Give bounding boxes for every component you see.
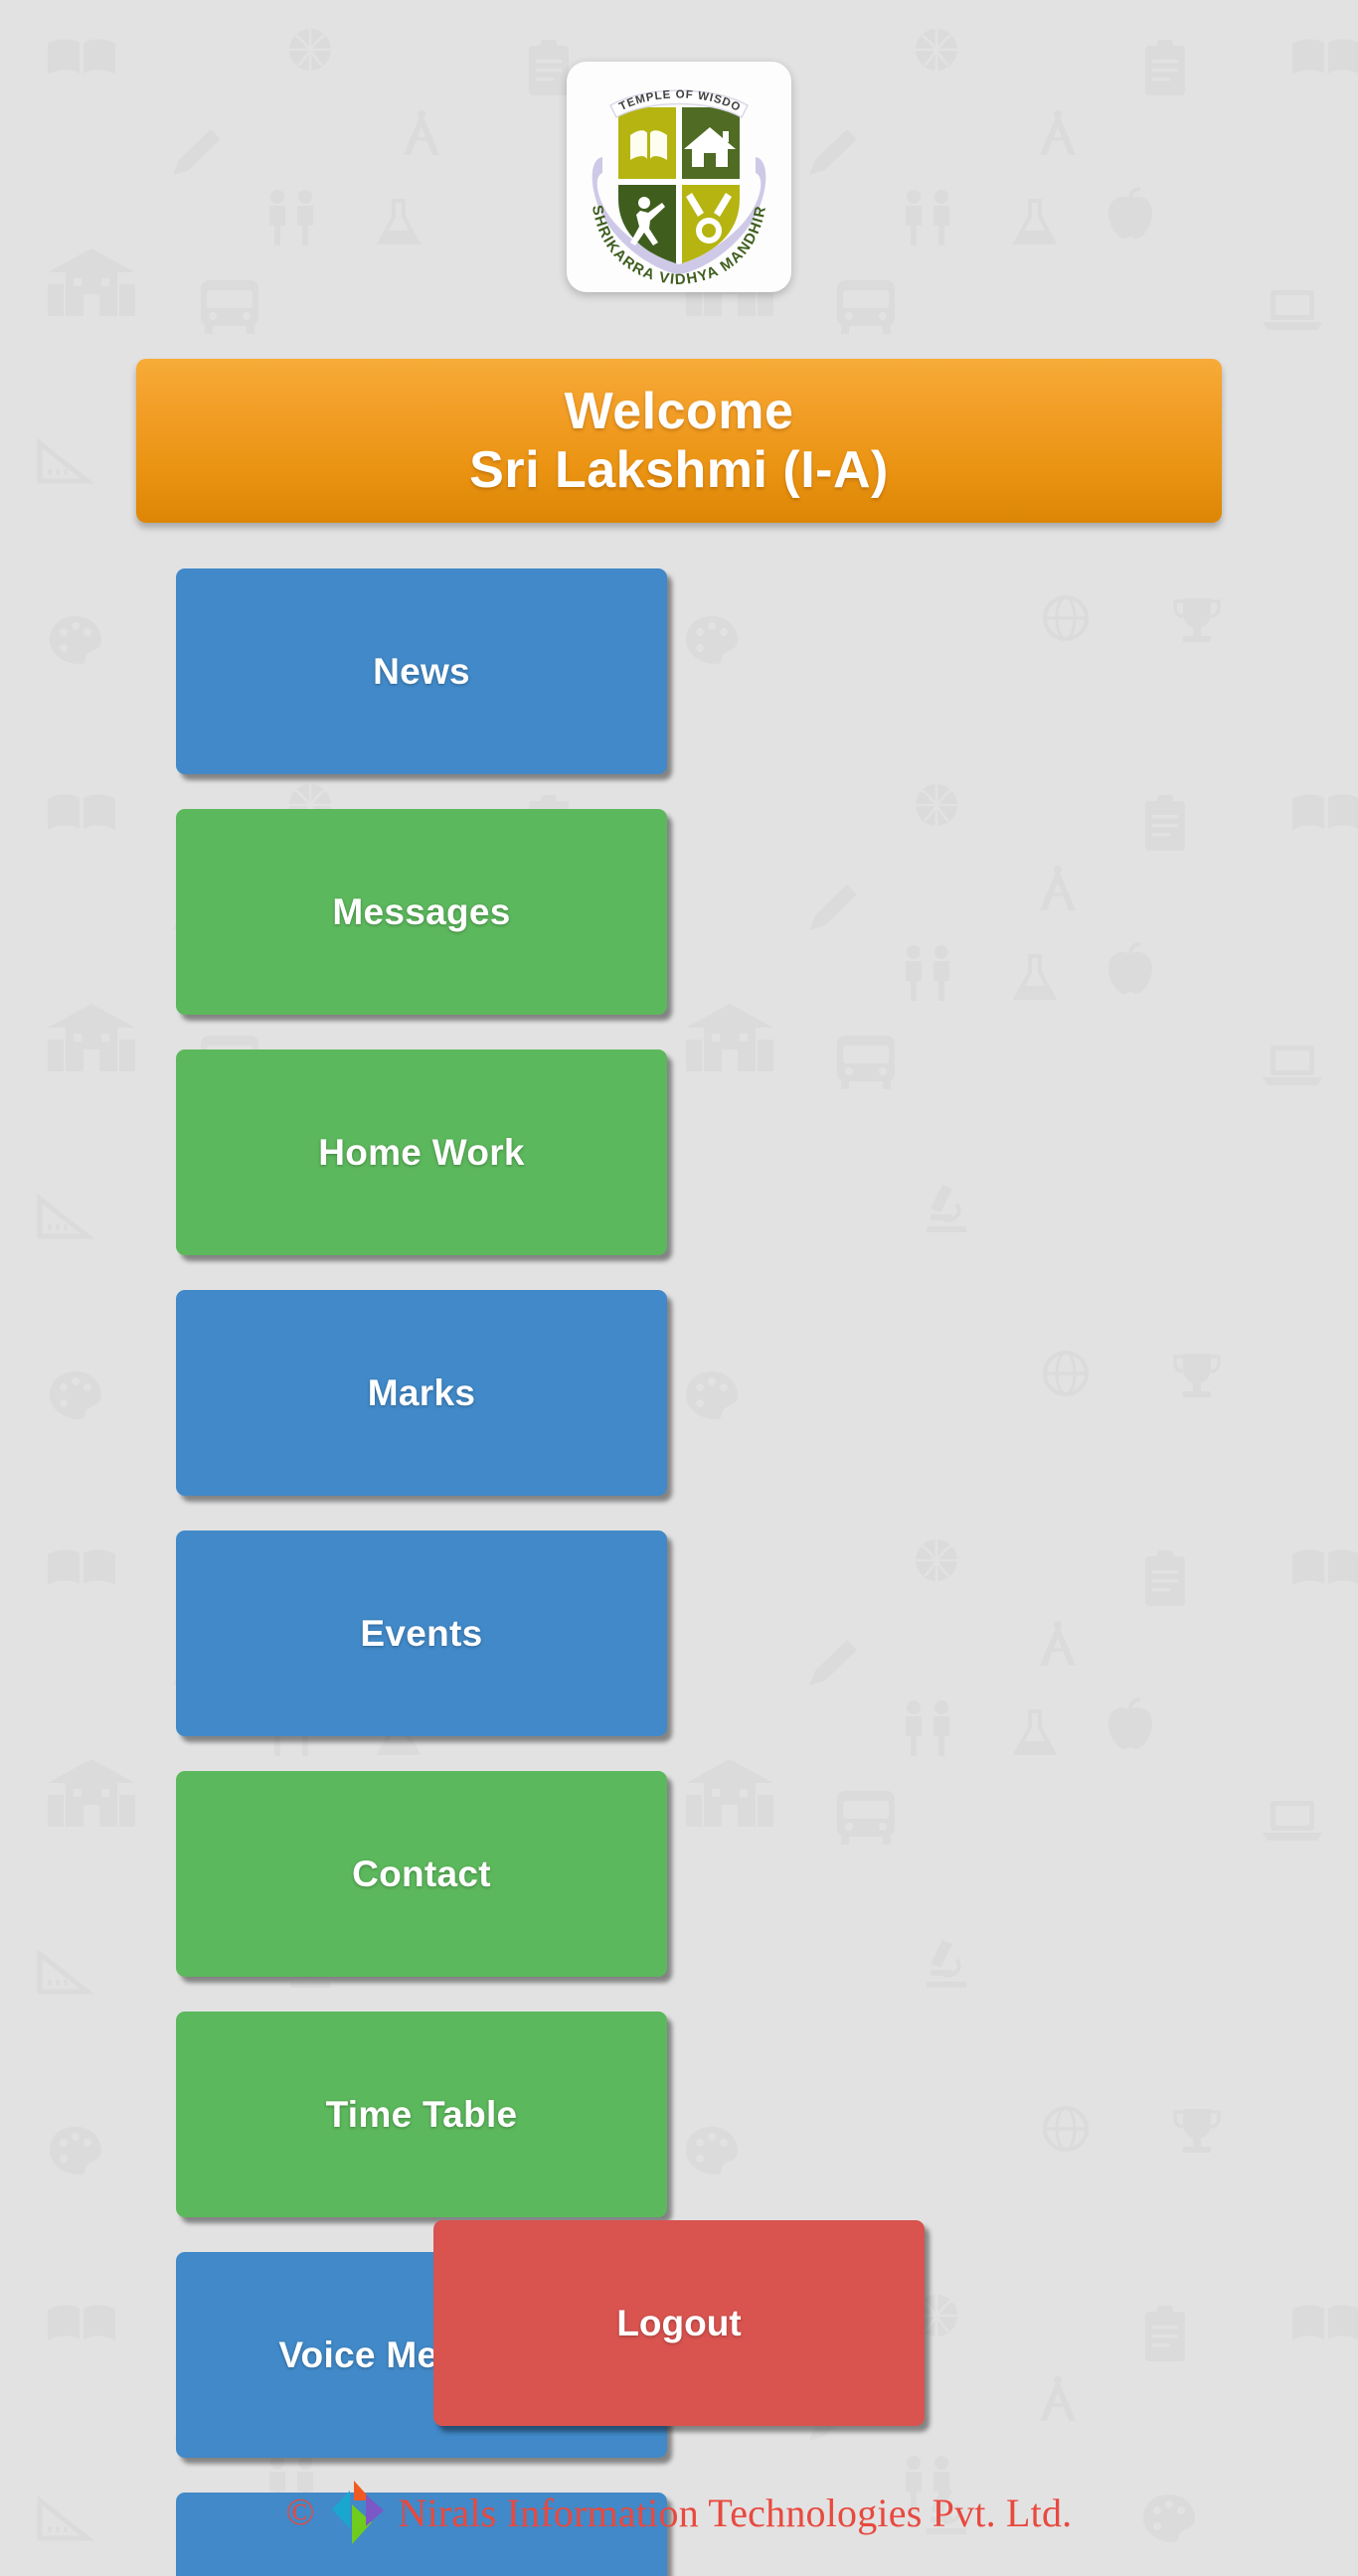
school-crest-logo: A TEMPLE OF WISDOM SHRIKARRA VIDHYA MAND… (567, 62, 791, 292)
menu-tile-messages[interactable]: Messages (176, 809, 667, 1015)
footer: © Nirals Information Technologies Pvt. L… (0, 2477, 1358, 2548)
footer-company-name: Nirals Information Technologies Pvt. Ltd… (398, 2490, 1073, 2535)
menu-tile-marks[interactable]: Marks (176, 1290, 667, 1496)
logo-container: A TEMPLE OF WISDOM SHRIKARRA VIDHYA MAND… (0, 62, 1358, 292)
nirals-logo-icon (332, 2481, 385, 2544)
menu-tile-home-work[interactable]: Home Work (176, 1049, 667, 1255)
home-screen: A TEMPLE OF WISDOM SHRIKARRA VIDHYA MAND… (0, 0, 1358, 2576)
copyright-icon: © (285, 2492, 315, 2533)
menu-tile-time-table[interactable]: Time Table (176, 2012, 667, 2217)
menu-tile-contact[interactable]: Contact (176, 1771, 667, 1977)
menu-tile-news[interactable]: News (176, 568, 667, 774)
logout-container: Logout (0, 2220, 1358, 2426)
menu-tile-events[interactable]: Events (176, 1530, 667, 1736)
welcome-greeting: Welcome (564, 383, 794, 441)
welcome-banner: Welcome Sri Lakshmi (I-A) (136, 359, 1222, 523)
welcome-student-name: Sri Lakshmi (I-A) (469, 440, 889, 499)
logout-button[interactable]: Logout (433, 2220, 925, 2426)
